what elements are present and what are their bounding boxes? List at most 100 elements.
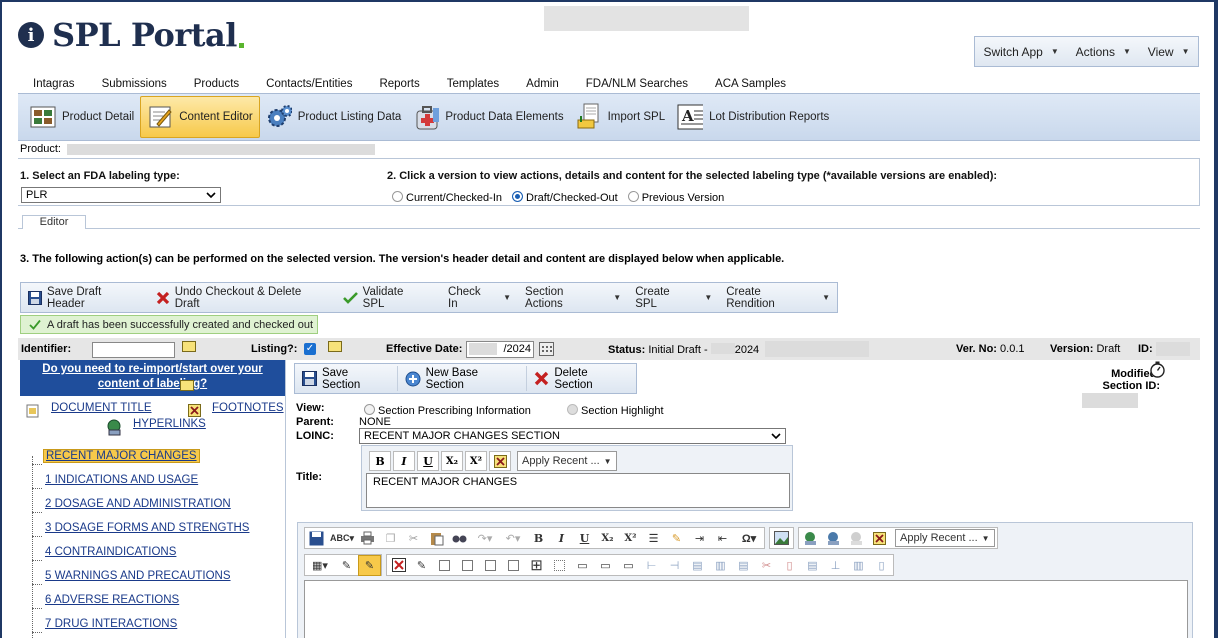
paste-icon[interactable]: [425, 528, 448, 549]
loinc-select[interactable]: RECENT MAJOR CHANGES SECTION: [359, 428, 786, 444]
print-icon[interactable]: [356, 528, 379, 549]
tree-item-dosage-administration[interactable]: 2 DOSAGE AND ADMINISTRATION: [45, 498, 231, 510]
table-icon[interactable]: ▦▾: [305, 555, 335, 576]
product-data-elements-button[interactable]: Product Data Elements: [407, 96, 569, 138]
section-actions-menu[interactable]: Section Actions ▼: [518, 286, 628, 310]
stopwatch-icon[interactable]: [1149, 361, 1166, 378]
nav-admin[interactable]: Admin: [511, 78, 571, 93]
merge-cells-icon[interactable]: [479, 555, 502, 576]
content-edit-icon[interactable]: ✎: [358, 554, 381, 576]
delete-section-button[interactable]: Delete Section: [527, 366, 636, 391]
identifier-input[interactable]: [92, 342, 175, 358]
previous-version-radio[interactable]: Previous Version: [627, 191, 724, 204]
insert-row-above-icon[interactable]: ▤: [686, 555, 709, 576]
cut-icon[interactable]: ✂: [402, 528, 425, 549]
switch-app-menu[interactable]: Switch App ▼: [983, 45, 1058, 59]
underline-icon[interactable]: U: [573, 528, 596, 549]
align-center-icon[interactable]: ▭: [594, 555, 617, 576]
unlink-icon[interactable]: [845, 528, 868, 549]
validate-spl-button[interactable]: Validate SPL: [336, 286, 435, 310]
footnote-icon[interactable]: [868, 528, 891, 549]
view-menu[interactable]: View ▼: [1148, 45, 1190, 59]
delete-row-icon[interactable]: ▤: [732, 555, 755, 576]
save-draft-header-button[interactable]: Save Draft Header: [21, 286, 149, 310]
nav-submissions[interactable]: Submissions: [87, 78, 179, 93]
bold-icon[interactable]: B: [527, 528, 550, 549]
cell-props-icon[interactable]: [456, 555, 479, 576]
clear-format-button[interactable]: [489, 451, 511, 471]
new-base-section-button[interactable]: New Base Section: [398, 366, 528, 391]
note-icon[interactable]: [328, 341, 342, 352]
delete-table-icon[interactable]: [387, 555, 410, 576]
superscript-button[interactable]: X²: [465, 451, 487, 471]
nav-contacts[interactable]: Contacts/Entities: [251, 78, 364, 93]
paste-row-after-icon[interactable]: ▥: [847, 555, 870, 576]
tree-item-contraindications[interactable]: 4 CONTRAINDICATIONS: [45, 546, 176, 558]
undo-icon[interactable]: ↶▾: [499, 528, 527, 549]
bold-button[interactable]: B: [369, 451, 391, 471]
find-icon[interactable]: [448, 528, 471, 549]
table-properties-icon[interactable]: ✎: [410, 555, 433, 576]
tree-item-warnings[interactable]: 5 WARNINGS AND PRECAUTIONS: [45, 570, 231, 582]
split-cells-icon[interactable]: [502, 555, 525, 576]
content-editor-area[interactable]: [304, 580, 1188, 638]
reimport-link[interactable]: Do you need to re-import/start over your…: [20, 360, 285, 396]
indent-icon[interactable]: ⇥: [688, 528, 711, 549]
nav-products[interactable]: Products: [179, 78, 251, 93]
current-checked-in-radio[interactable]: Current/Checked-In: [392, 191, 502, 204]
nav-intagras[interactable]: Intagras: [18, 78, 87, 93]
special-char-icon[interactable]: Ω▾: [734, 528, 764, 549]
footnotes-link[interactable]: FOOTNOTES: [212, 402, 284, 414]
tree-item-recent-major-changes[interactable]: RECENT MAJOR CHANGES: [43, 449, 200, 463]
bullet-list-icon[interactable]: ☰: [642, 528, 665, 549]
tree-item-adverse-reactions[interactable]: 6 ADVERSE REACTIONS: [45, 594, 179, 606]
tree-item-dosage-forms[interactable]: 3 DOSAGE FORMS AND STRENGTHS: [45, 522, 249, 534]
image-icon[interactable]: [770, 528, 793, 549]
insert-row-below-icon[interactable]: ▥: [709, 555, 732, 576]
eraser-icon[interactable]: ✎: [665, 528, 688, 549]
note-icon[interactable]: [180, 380, 194, 391]
spellcheck-icon[interactable]: ABC▾: [328, 528, 356, 549]
paste-row-icon[interactable]: ⊥: [824, 555, 847, 576]
copy-row-icon[interactable]: ▤: [801, 555, 824, 576]
delete-cells-icon[interactable]: ▯: [778, 555, 801, 576]
product-listing-data-button[interactable]: Product Listing Data: [260, 96, 408, 138]
save-icon[interactable]: [305, 528, 328, 549]
copy-icon[interactable]: ❐: [379, 528, 402, 549]
lot-distribution-reports-button[interactable]: A Lot Distribution Reports: [671, 96, 835, 138]
create-rendition-menu[interactable]: Create Rendition ▼: [719, 286, 837, 310]
labeling-type-select[interactable]: PLR: [21, 187, 221, 203]
borders-icon[interactable]: [548, 555, 571, 576]
nav-fda-nlm-searches[interactable]: FDA/NLM Searches: [571, 78, 700, 93]
title-textarea[interactable]: RECENT MAJOR CHANGES: [366, 473, 790, 508]
superscript-icon[interactable]: X²: [619, 528, 642, 549]
hyperlinks-link[interactable]: HYPERLINKS: [133, 418, 206, 430]
create-spl-menu[interactable]: Create SPL ▼: [628, 286, 719, 310]
subscript-button[interactable]: X₂: [441, 451, 463, 471]
underline-button[interactable]: U: [417, 451, 439, 471]
redo-icon[interactable]: ↷▾: [471, 528, 499, 549]
draft-checked-out-radio[interactable]: Draft/Checked-Out: [512, 191, 618, 204]
listing-checkbox[interactable]: ✓: [304, 343, 316, 355]
nav-reports[interactable]: Reports: [364, 78, 431, 93]
column-props-icon[interactable]: ▯: [870, 555, 893, 576]
product-detail-button[interactable]: Product Detail: [24, 96, 140, 138]
italic-button[interactable]: I: [393, 451, 415, 471]
save-section-button[interactable]: Save Section: [295, 366, 398, 391]
view-highlight-radio[interactable]: Section Highlight: [567, 404, 664, 417]
link-icon[interactable]: [799, 528, 822, 549]
actions-menu[interactable]: Actions ▼: [1076, 45, 1131, 59]
subscript-icon[interactable]: X₂: [596, 528, 619, 549]
editor-apply-recent-select[interactable]: Apply Recent ... ▼: [895, 529, 995, 547]
italic-icon[interactable]: I: [550, 528, 573, 549]
tree-item-indications[interactable]: 1 INDICATIONS AND USAGE: [45, 474, 198, 486]
check-in-menu[interactable]: Check In ▼: [435, 286, 518, 310]
effective-date-input[interactable]: /2024: [466, 341, 534, 358]
nav-aca-samples[interactable]: ACA Samples: [700, 78, 798, 93]
nav-templates[interactable]: Templates: [432, 78, 511, 93]
tree-item-drug-interactions[interactable]: 7 DRUG INTERACTIONS: [45, 618, 177, 630]
calendar-icon[interactable]: [539, 342, 554, 356]
align-right-icon[interactable]: ▭: [617, 555, 640, 576]
content-editor-button[interactable]: Content Editor: [140, 96, 260, 138]
edit-icon[interactable]: ✎: [335, 555, 358, 576]
